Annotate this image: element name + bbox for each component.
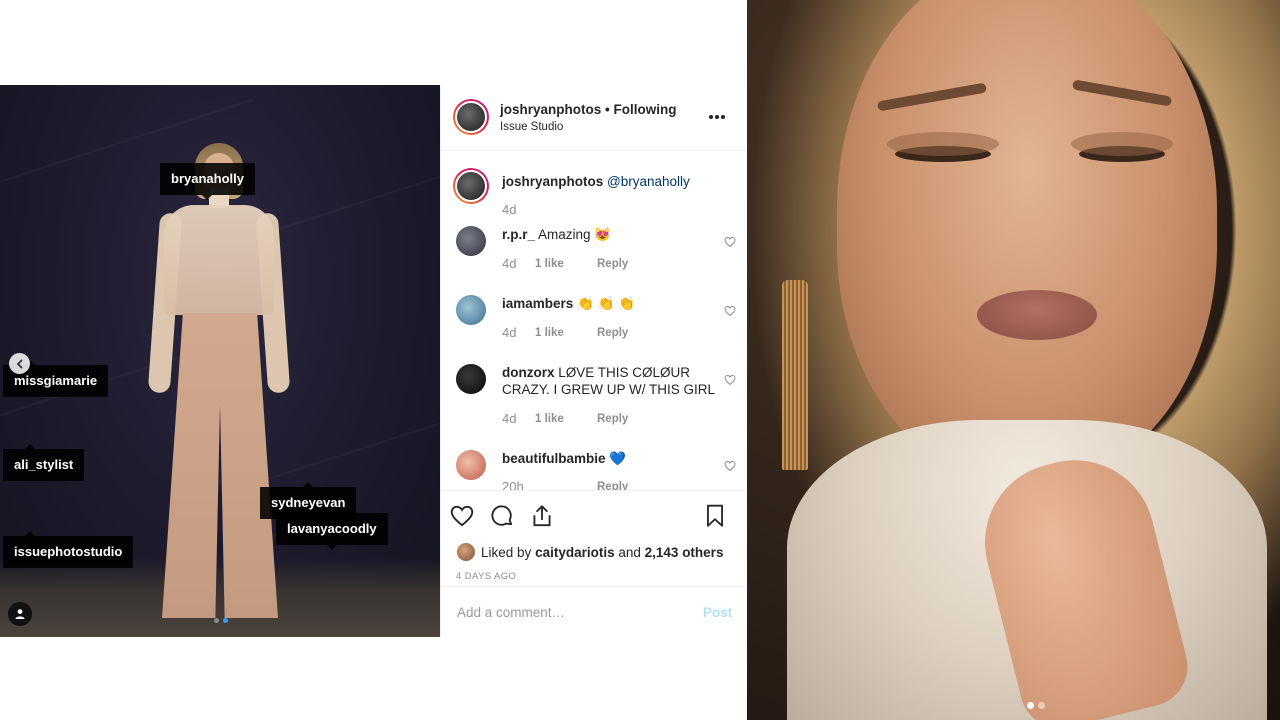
post-location[interactable]: Issue Studio	[500, 121, 563, 133]
comment-likes[interactable]: 1 like	[535, 327, 597, 339]
post-comment-button[interactable]: Post	[703, 605, 732, 620]
caption-timestamp[interactable]: 4d	[502, 202, 516, 217]
portrait-carousel-indicator	[1027, 702, 1045, 709]
comment-content: 💙	[609, 451, 627, 466]
model-blouse	[164, 205, 274, 315]
post-actions: Liked by caitydariotis and 2,143 others …	[441, 490, 748, 586]
comment-meta: 4d 1 like Reply	[502, 411, 628, 426]
chevron-left-icon	[16, 359, 22, 368]
more-options-button[interactable]	[709, 115, 725, 119]
tag-issuephotostudio[interactable]: issuephotostudio	[3, 531, 134, 568]
reply-button[interactable]: Reply	[597, 258, 628, 270]
carousel-dot-active	[223, 618, 228, 623]
comment-time[interactable]: 20h	[502, 479, 535, 490]
comment-meta: 4d 1 like Reply	[502, 256, 628, 271]
likes-others-link[interactable]: 2,143 others	[645, 545, 724, 560]
comment-time[interactable]: 4d	[502, 411, 535, 426]
likes-summary: Liked by caitydariotis and 2,143 others	[457, 543, 723, 561]
comment-time[interactable]: 4d	[502, 325, 535, 340]
carousel-dot	[1038, 702, 1045, 709]
avatar-image	[455, 170, 487, 202]
author-username[interactable]: joshryanphotos	[500, 102, 601, 117]
following-button[interactable]: Following	[614, 102, 677, 117]
comment-text: beautifulbambie 💙	[502, 450, 717, 467]
heart-icon[interactable]	[724, 236, 736, 248]
likes-conjunction: and	[618, 544, 641, 560]
comment-content: 👏 👏 👏	[577, 296, 635, 311]
commenter-username[interactable]: r.p.r_	[502, 227, 535, 242]
tag-lavanyacoodly[interactable]: lavanyacoodly	[276, 513, 388, 550]
carousel-indicator	[214, 618, 228, 623]
heart-icon[interactable]	[724, 460, 736, 472]
model-figure	[140, 143, 291, 623]
liker-avatar[interactable]	[457, 543, 475, 561]
commenter-username[interactable]: donzorx	[502, 365, 555, 380]
commenter-avatar[interactable]	[456, 364, 486, 394]
bookmark-icon[interactable]	[702, 503, 728, 529]
more-dot-icon	[709, 115, 713, 119]
comment-time[interactable]: 4d	[502, 256, 535, 271]
reply-button[interactable]: Reply	[597, 327, 628, 339]
caption-text: joshryanphotos @bryanaholly	[502, 174, 690, 189]
caption-avatar[interactable]	[453, 168, 489, 204]
portrait-face	[837, 0, 1217, 480]
author-avatar[interactable]	[453, 99, 489, 135]
comment-text: iamambers 👏 👏 👏	[502, 295, 717, 312]
post-details-panel: joshryanphotos • Following Issue Studio …	[440, 85, 748, 637]
portrait-earring	[782, 280, 808, 470]
portrait-eye	[1071, 132, 1173, 162]
model-pants	[162, 313, 278, 618]
portrait-eye	[887, 132, 999, 162]
comment-text: r.p.r_ Amazing 😻	[502, 226, 717, 243]
heart-icon[interactable]	[724, 305, 736, 317]
heart-icon[interactable]	[724, 374, 736, 386]
like-heart-icon[interactable]	[449, 503, 475, 529]
comment-content: Amazing 😻	[538, 227, 612, 242]
comment-likes[interactable]: 1 like	[535, 413, 597, 425]
commenter-avatar[interactable]	[456, 450, 486, 480]
commenter-avatar[interactable]	[456, 295, 486, 325]
author-line: joshryanphotos • Following	[500, 102, 677, 117]
liker-username[interactable]: caitydariotis	[535, 545, 615, 560]
comment-likes[interactable]: 1 like	[535, 258, 597, 270]
tag-ali-stylist[interactable]: ali_stylist	[3, 444, 85, 481]
caption-mention[interactable]: @bryanaholly	[607, 174, 690, 189]
reply-button[interactable]: Reply	[597, 413, 628, 425]
commenter-avatar[interactable]	[456, 226, 486, 256]
avatar-image	[455, 101, 487, 133]
more-dot-icon	[715, 115, 719, 119]
more-dot-icon	[721, 115, 725, 119]
comment-input[interactable]: Add a comment…	[457, 605, 565, 620]
post-photo[interactable]: bryanaholly missgiamarie ali_stylist syd…	[0, 85, 440, 637]
comment-bubble-icon[interactable]	[489, 503, 515, 529]
likes-prefix: Liked by	[481, 544, 532, 560]
portrait-lips	[977, 290, 1097, 340]
comment-text: donzorx LØVE THIS CØLØUR CRAZY. I GREW U…	[502, 364, 717, 398]
carousel-dot-active	[1027, 702, 1034, 709]
header-separator: •	[605, 102, 610, 117]
caption-username[interactable]: joshryanphotos	[502, 174, 603, 189]
user-tags-button[interactable]	[8, 602, 32, 626]
comment-meta: 20h Reply	[502, 479, 628, 490]
post-header: joshryanphotos • Following Issue Studio	[441, 85, 748, 151]
commenter-username[interactable]: iamambers	[502, 296, 573, 311]
carousel-prev-button[interactable]	[9, 353, 30, 374]
commenter-username[interactable]: beautifulbambie	[502, 451, 606, 466]
comments-list[interactable]: joshryanphotos @bryanaholly 4d r.p.r_ Am…	[441, 152, 748, 490]
carousel-dot	[214, 618, 219, 623]
share-icon[interactable]	[529, 503, 555, 529]
person-icon	[15, 609, 25, 619]
tag-bryanaholly[interactable]: bryanaholly	[160, 163, 255, 200]
add-comment-bar: Add a comment… Post	[441, 586, 748, 637]
reply-button[interactable]: Reply	[597, 481, 628, 491]
portrait-photo[interactable]	[747, 0, 1280, 720]
post-timestamp[interactable]: 4 DAYS AGO	[456, 571, 516, 582]
comment-meta: 4d 1 like Reply	[502, 325, 628, 340]
